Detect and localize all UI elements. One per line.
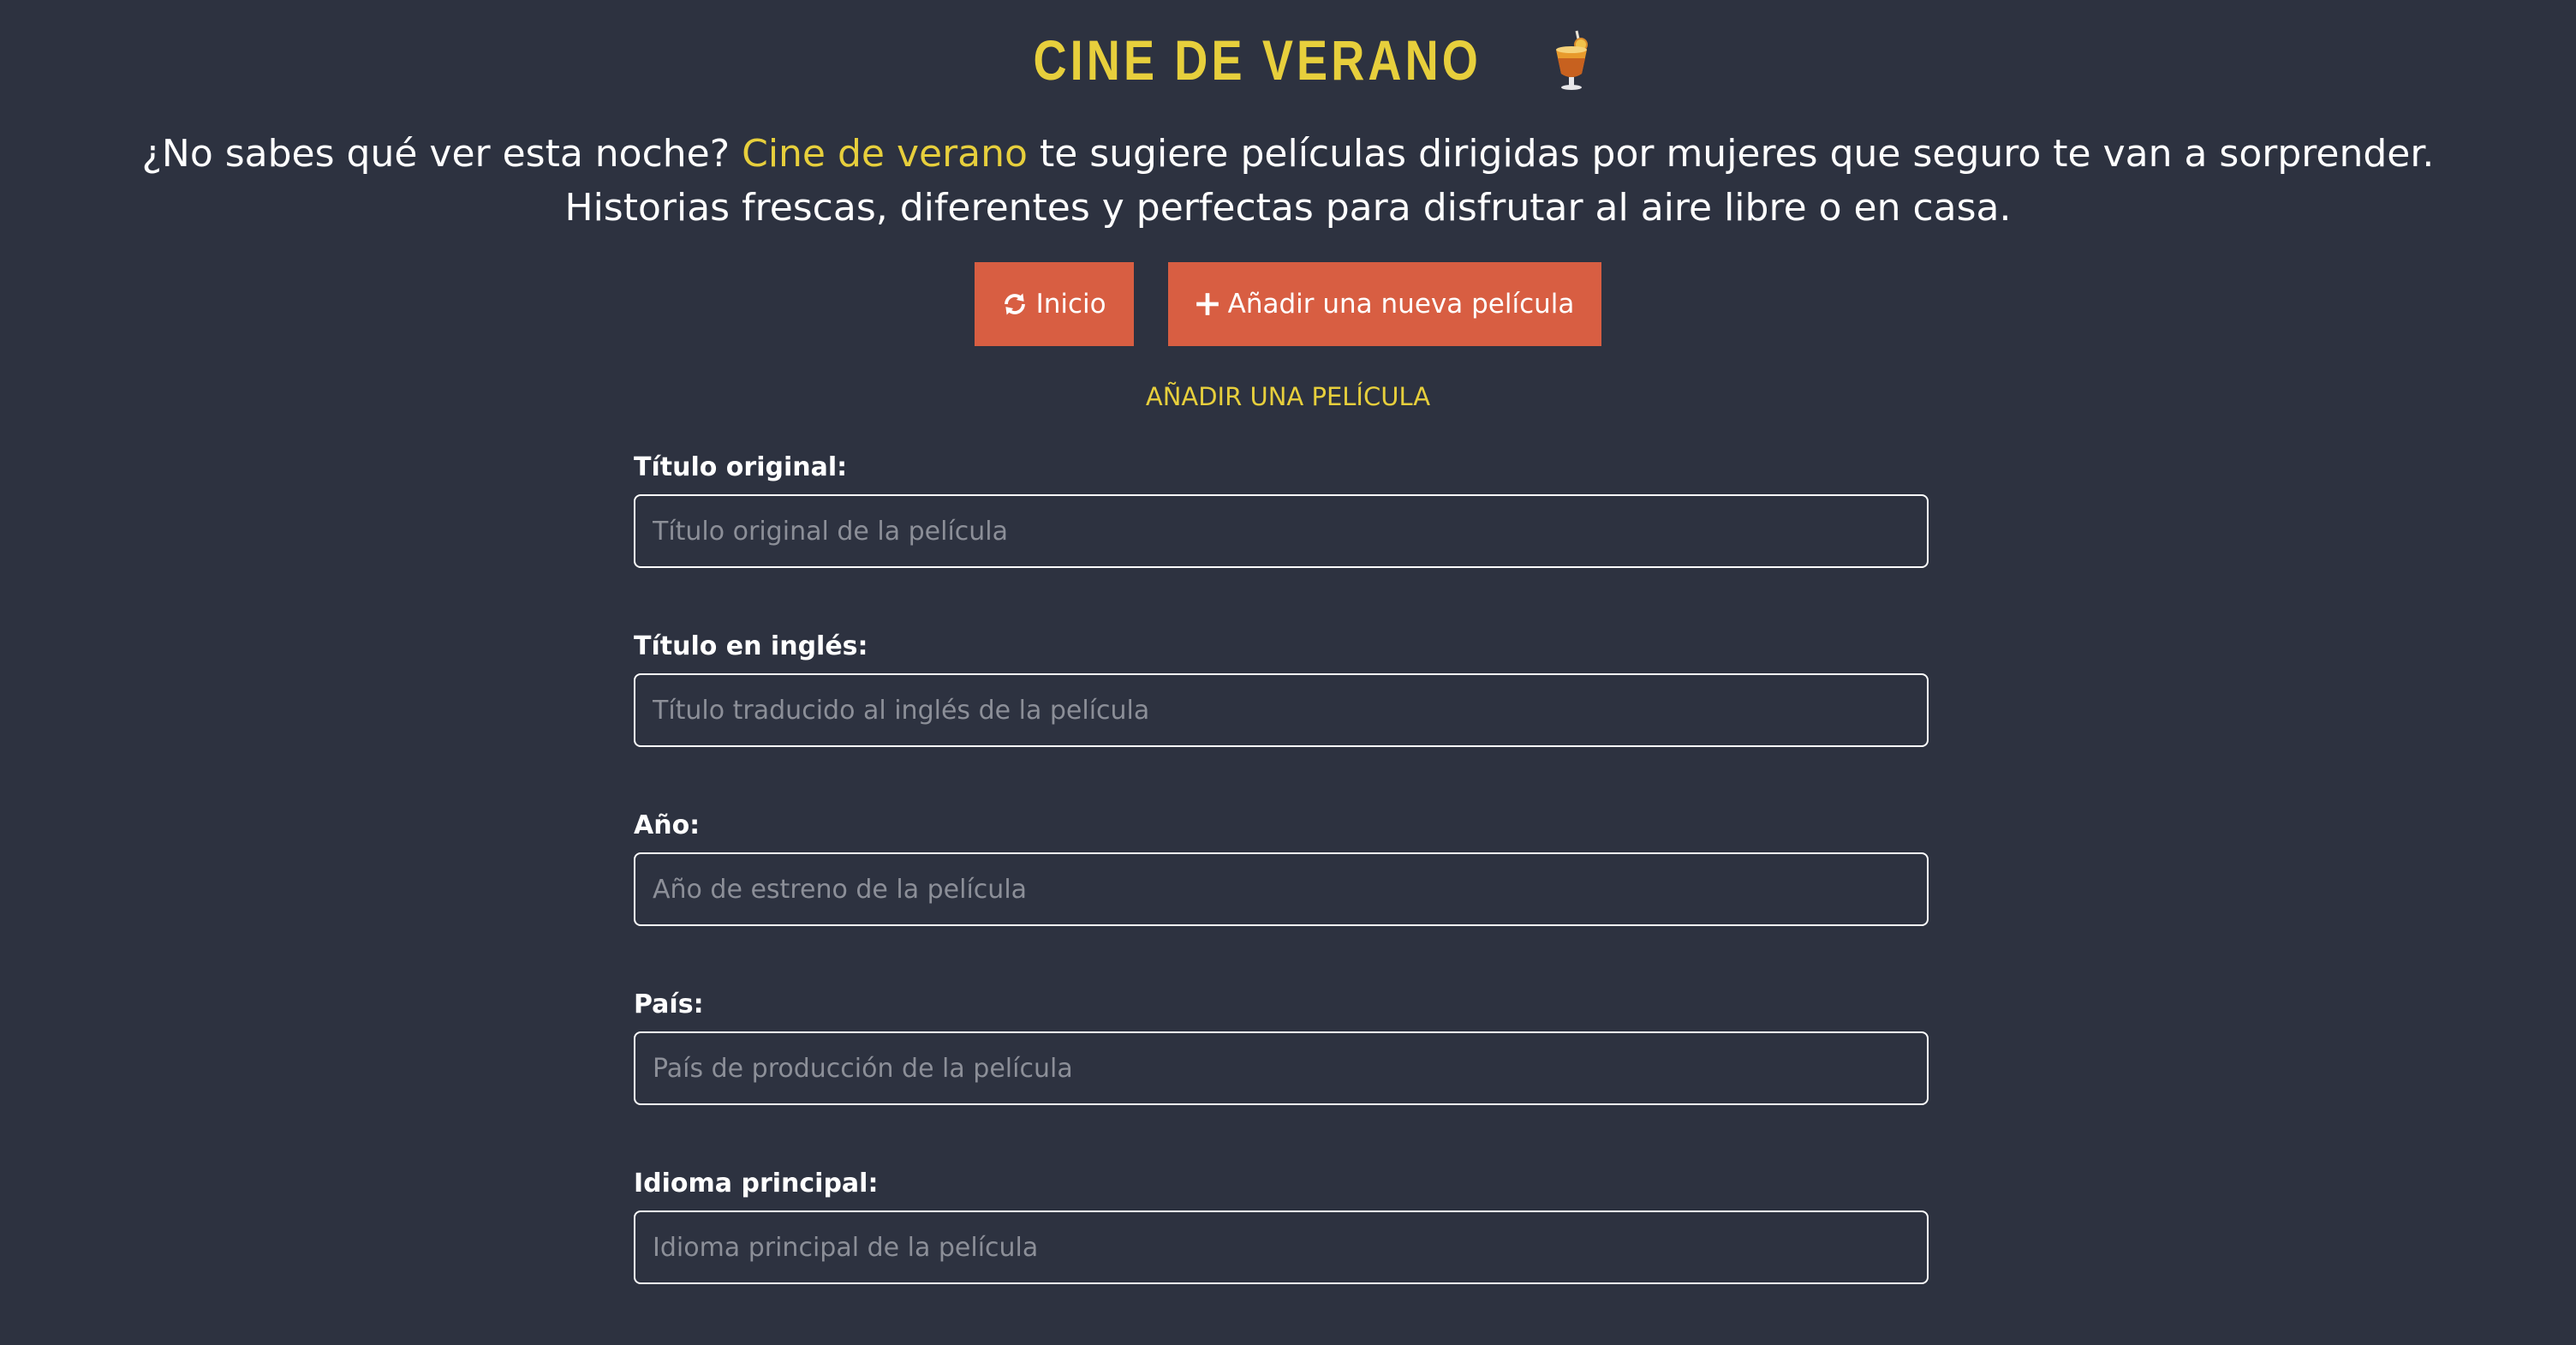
intro-brand-highlight: Cine de verano [742, 132, 1028, 176]
intro-line-1-end: te sugiere películas dirigidas por mujer… [1027, 132, 2435, 176]
language-input[interactable] [634, 1210, 1929, 1284]
original-title-input[interactable] [634, 494, 1929, 568]
intro-text: ¿No sabes qué ver esta noche? Cine de ve… [0, 127, 2576, 235]
add-movie-button-label: Añadir una nueva película [1227, 289, 1575, 320]
home-button[interactable]: Inicio [974, 262, 1134, 346]
home-button-label: Inicio [1035, 289, 1106, 320]
add-movie-button[interactable]: Añadir una nueva película [1167, 262, 1602, 346]
year-field: Año: [634, 808, 1929, 987]
english-title-field: Título en inglés: [634, 629, 1929, 808]
cocktail-icon [1556, 30, 1589, 90]
country-label: País: [634, 989, 704, 1019]
original-title-field: Título original: [634, 450, 1929, 629]
year-input[interactable] [634, 852, 1929, 926]
intro-line-1-start: ¿No sabes qué ver esta noche? [141, 132, 742, 176]
page-header: CINE DE VERANO [0, 24, 2576, 96]
language-field: Idioma principal: [634, 1166, 1929, 1345]
english-title-input[interactable] [634, 673, 1929, 747]
add-movie-heading: AÑADIR UNA PELÍCULA [1145, 382, 1431, 411]
site-title: CINE DE VERANO [984, 24, 1592, 96]
intro-line-2: Historias frescas, diferentes y perfecta… [564, 186, 2012, 230]
add-movie-form: Título original: Título en inglés: Año: … [634, 450, 1929, 1345]
country-input[interactable] [634, 1031, 1929, 1105]
country-field: País: [634, 987, 1929, 1166]
english-title-label: Título en inglés: [634, 631, 868, 661]
language-label: Idioma principal: [634, 1169, 879, 1199]
action-buttons: Inicio Añadir una nueva película [0, 262, 2576, 346]
original-title-label: Título original: [634, 452, 848, 482]
refresh-icon [1004, 293, 1025, 315]
intro-line-1: ¿No sabes qué ver esta noche? Cine de ve… [0, 127, 2576, 181]
site-title-text: CINE DE VERANO [1033, 28, 1482, 92]
year-label: Año: [634, 810, 701, 840]
plus-icon [1196, 293, 1219, 315]
